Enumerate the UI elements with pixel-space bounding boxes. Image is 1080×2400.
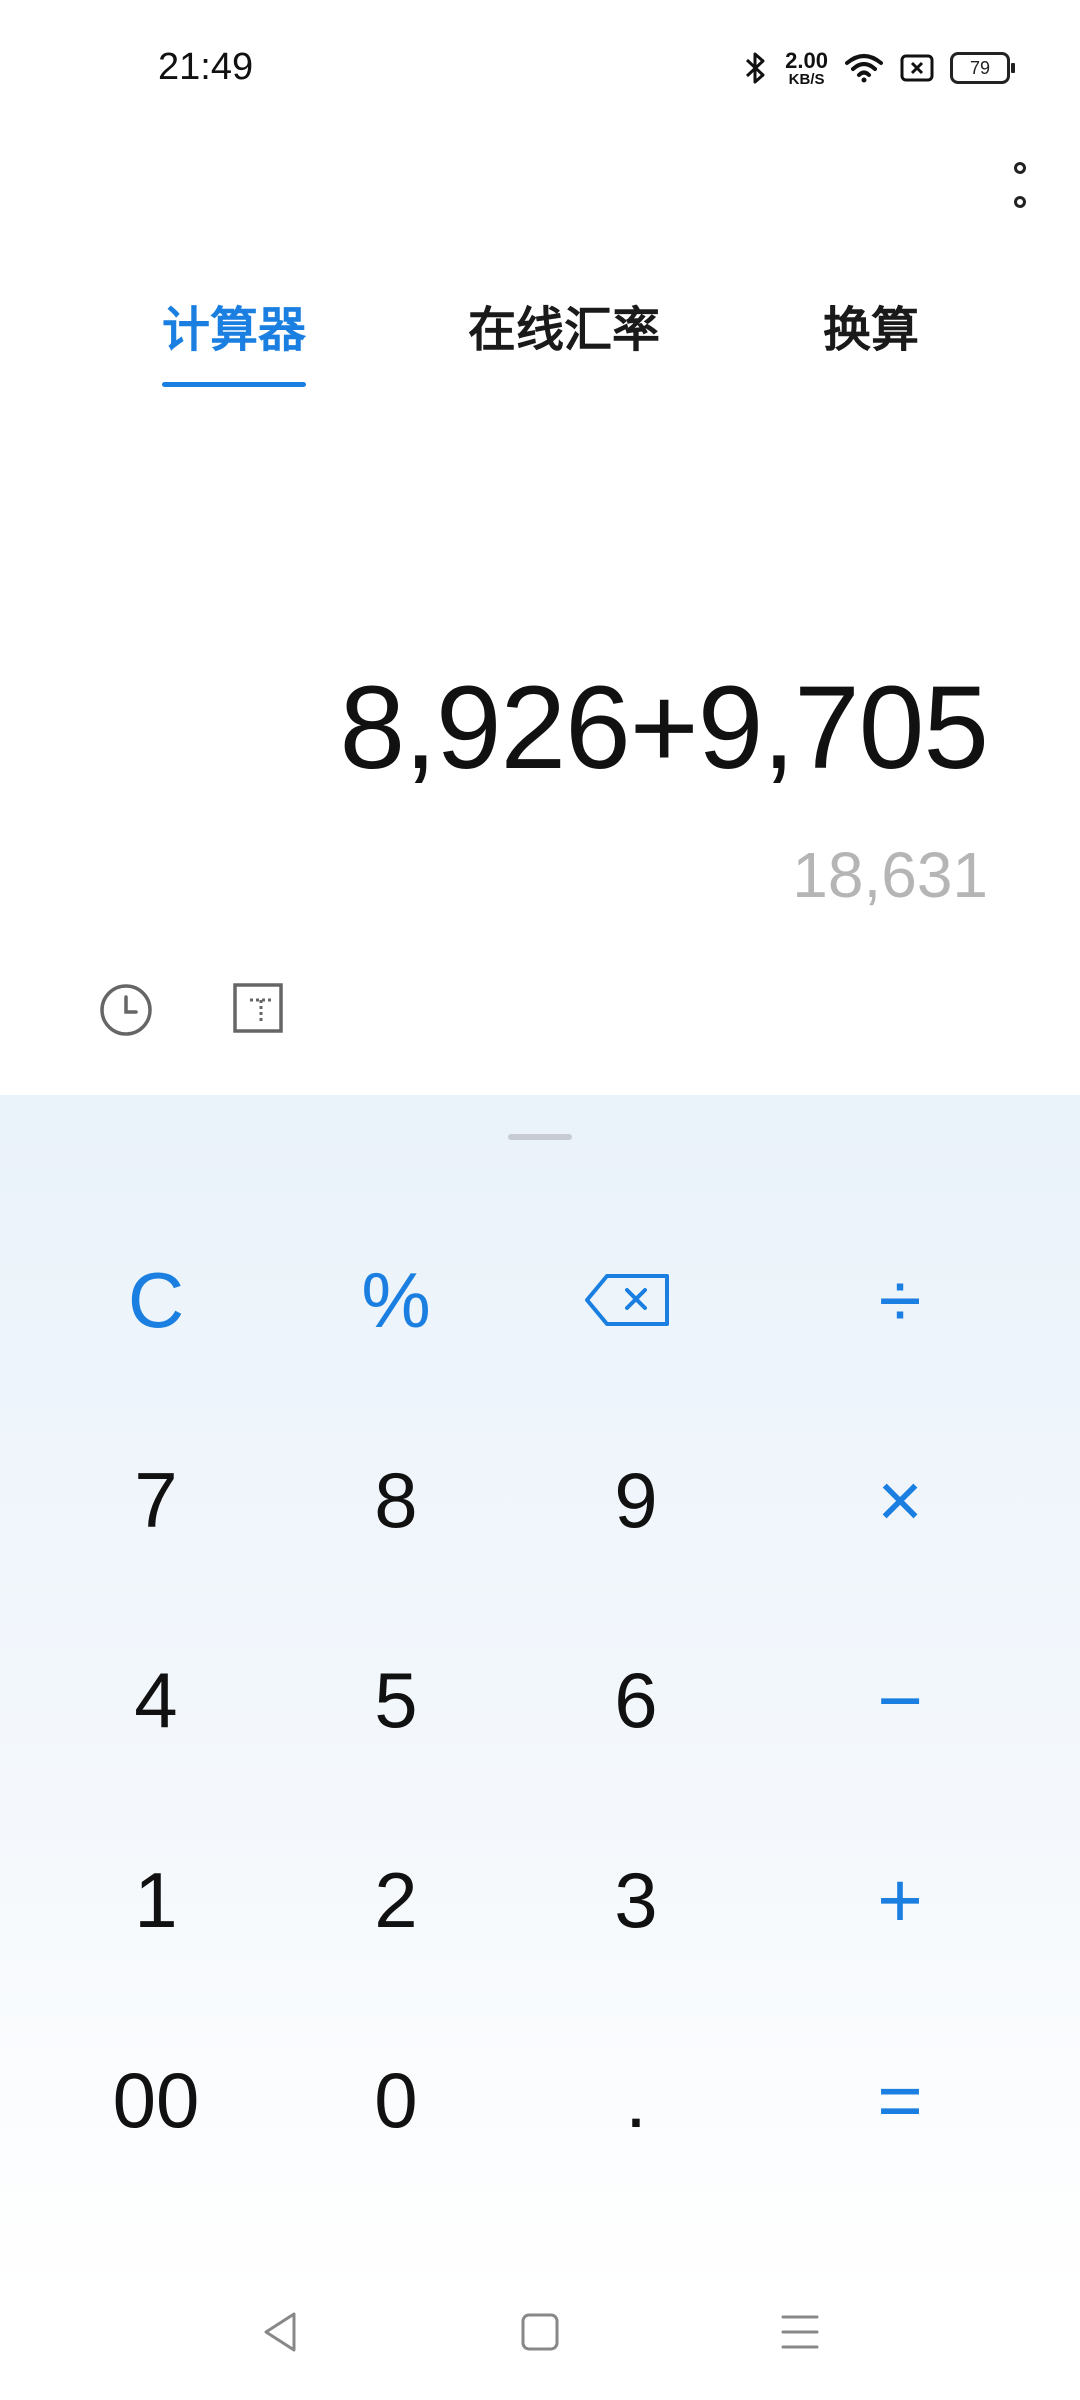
key-divide[interactable]: ÷ xyxy=(800,1225,1000,1375)
key-6[interactable]: 6 xyxy=(536,1625,736,1775)
back-triangle-icon[interactable] xyxy=(258,2308,302,2356)
tab-calculator[interactable]: 计算器 xyxy=(162,290,306,360)
sim-disabled-icon xyxy=(900,54,934,82)
backspace-icon xyxy=(585,1274,669,1326)
result-display: 18,631 xyxy=(792,839,988,911)
key-double-zero[interactable]: 00 xyxy=(56,2025,256,2175)
key-equals[interactable]: = xyxy=(800,2025,1000,2175)
key-8[interactable]: 8 xyxy=(296,1425,496,1575)
status-time: 21:49 xyxy=(158,46,254,88)
battery-level: 79 xyxy=(969,57,991,78)
more-dot-icon xyxy=(1014,162,1026,174)
recents-menu-icon[interactable] xyxy=(778,2308,822,2356)
key-5[interactable]: 5 xyxy=(296,1625,496,1775)
history-clock-icon[interactable] xyxy=(98,982,154,1038)
key-4[interactable]: 4 xyxy=(56,1625,256,1775)
bluetooth-icon xyxy=(746,52,765,84)
key-percent[interactable]: % xyxy=(296,1225,496,1375)
tab-conversion[interactable]: 换算 xyxy=(823,290,919,360)
status-icons: 2.00 KB/S 79 xyxy=(743,44,1015,92)
tab-active-indicator xyxy=(162,382,306,387)
drag-handle[interactable] xyxy=(508,1134,572,1140)
key-2[interactable]: 2 xyxy=(296,1825,496,1975)
key-0[interactable]: 0 xyxy=(296,2025,496,2175)
wifi-icon xyxy=(845,54,883,83)
key-multiply[interactable]: × xyxy=(800,1425,1000,1575)
key-7[interactable]: 7 xyxy=(56,1425,256,1575)
key-1[interactable]: 1 xyxy=(56,1825,256,1975)
expression-display: 8,926+9,705 xyxy=(339,662,989,794)
key-backspace[interactable] xyxy=(528,1225,728,1375)
key-subtract[interactable]: − xyxy=(800,1625,1000,1775)
network-speed: 2.00 KB/S xyxy=(785,47,828,88)
more-dot-icon xyxy=(1014,196,1026,208)
key-9[interactable]: 9 xyxy=(536,1425,736,1575)
battery-icon: 79 xyxy=(950,52,1015,84)
tab-exchange-rate[interactable]: 在线汇率 xyxy=(468,290,660,360)
key-add[interactable]: + xyxy=(800,1825,1000,1975)
scientific-mode-icon[interactable] xyxy=(232,982,284,1034)
key-decimal[interactable]: . xyxy=(536,2025,736,2175)
key-3[interactable]: 3 xyxy=(536,1825,736,1975)
key-clear[interactable]: C xyxy=(56,1225,256,1375)
network-speed-unit: KB/S xyxy=(788,70,825,88)
more-options-button[interactable] xyxy=(1000,162,1040,208)
home-square-icon[interactable] xyxy=(518,2308,562,2356)
network-speed-value: 2.00 xyxy=(785,47,828,73)
